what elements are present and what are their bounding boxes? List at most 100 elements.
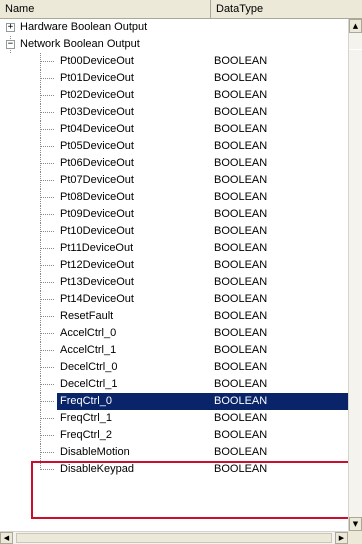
column-header: Name DataType <box>0 0 362 19</box>
tree-connector-line <box>41 61 54 62</box>
tree-leaf-row[interactable]: Pt02DeviceOut BOOLEAN <box>0 87 348 104</box>
scroll-right-button[interactable]: ▶ <box>335 532 348 544</box>
variable-name: Pt08DeviceOut <box>60 191 134 203</box>
tree-leaf-row[interactable]: DecelCtrl_1 BOOLEAN <box>0 376 348 393</box>
tree-leaf-row[interactable]: Pt06DeviceOut BOOLEAN <box>0 155 348 172</box>
variable-name: Pt01DeviceOut <box>60 72 134 84</box>
tree-connector-line <box>41 418 54 419</box>
tree-connector-line <box>41 231 54 232</box>
variable-datatype: BOOLEAN <box>214 310 268 322</box>
tree-connector-line <box>41 299 54 300</box>
variable-datatype: BOOLEAN <box>214 327 268 339</box>
variable-name: FreqCtrl_1 <box>60 412 112 424</box>
variable-datatype: BOOLEAN <box>214 429 268 441</box>
tree-leaf-row[interactable]: Pt04DeviceOut BOOLEAN <box>0 121 348 138</box>
tree-leaf-row[interactable]: Pt07DeviceOut BOOLEAN <box>0 172 348 189</box>
variable-datatype: BOOLEAN <box>214 55 268 67</box>
column-header-name[interactable]: Name <box>0 0 211 18</box>
tree-leaf-row[interactable]: Pt13DeviceOut BOOLEAN <box>0 274 348 291</box>
variable-datatype: BOOLEAN <box>214 293 268 305</box>
tree-node-hardware-boolean-output[interactable]: + Hardware Boolean Output <box>0 19 348 36</box>
variable-datatype: BOOLEAN <box>214 344 268 356</box>
variable-name: Pt11DeviceOut <box>60 242 134 254</box>
variable-name: DecelCtrl_1 <box>60 378 118 390</box>
tree-leaf-row[interactable]: DisableMotion BOOLEAN <box>0 444 348 461</box>
tree-connector-line <box>41 367 54 368</box>
tree-connector-line <box>41 452 54 453</box>
scroll-up-button[interactable]: ▲ <box>349 19 362 33</box>
tree-view[interactable]: + Hardware Boolean Output − Network Bool… <box>0 19 348 531</box>
variable-name: Pt09DeviceOut <box>60 208 134 220</box>
tree-connector-line <box>41 333 54 334</box>
tree-connector-line <box>41 265 54 266</box>
variable-name: FreqCtrl_2 <box>60 429 112 441</box>
variable-datatype: BOOLEAN <box>214 106 268 118</box>
collapse-icon[interactable]: − <box>6 40 15 49</box>
variable-name: Pt10DeviceOut <box>60 225 134 237</box>
tree-leaf-row[interactable]: Pt11DeviceOut BOOLEAN <box>0 240 348 257</box>
tree-leaf-row[interactable]: DecelCtrl_0 BOOLEAN <box>0 359 348 376</box>
scroll-down-button[interactable]: ▼ <box>349 517 362 531</box>
scroll-left-button[interactable]: ◀ <box>0 532 13 544</box>
column-header-datatype[interactable]: DataType <box>211 0 361 18</box>
variable-datatype: BOOLEAN <box>214 72 268 84</box>
tree-leaf-row[interactable]: Pt01DeviceOut BOOLEAN <box>0 70 348 87</box>
variable-name: Pt12DeviceOut <box>60 259 134 271</box>
variable-datatype: BOOLEAN <box>214 191 268 203</box>
variable-datatype: BOOLEAN <box>214 361 268 373</box>
tree-leaf-row[interactable]: Pt05DeviceOut BOOLEAN <box>0 138 348 155</box>
variable-datatype: BOOLEAN <box>214 276 268 288</box>
variable-datatype: BOOLEAN <box>214 242 268 254</box>
tree-leaf-row[interactable]: Pt14DeviceOut BOOLEAN <box>0 291 348 308</box>
variable-datatype: BOOLEAN <box>214 157 268 169</box>
scroll-thumb[interactable] <box>349 49 362 521</box>
tree-connector-line <box>41 163 54 164</box>
variable-name: DisableMotion <box>60 446 130 458</box>
variable-name: FreqCtrl_0 <box>60 395 112 407</box>
tree-connector-line <box>41 401 54 402</box>
tree-connector-line <box>41 316 54 317</box>
variable-name: Pt02DeviceOut <box>60 89 134 101</box>
tree-connector-line <box>41 95 54 96</box>
horizontal-scroll-thumb[interactable] <box>16 533 332 543</box>
tree-leaf-row[interactable]: FreqCtrl_0 BOOLEAN <box>0 393 348 410</box>
variable-name: Pt00DeviceOut <box>60 55 134 67</box>
variable-datatype: BOOLEAN <box>214 259 268 271</box>
tree-connector-line <box>41 350 54 351</box>
variable-datatype: BOOLEAN <box>214 208 268 220</box>
tree-connector-line <box>41 129 54 130</box>
variable-datatype: BOOLEAN <box>214 123 268 135</box>
tree-leaf-row[interactable]: Pt00DeviceOut BOOLEAN <box>0 53 348 70</box>
vertical-scrollbar[interactable]: ▲ ▼ <box>348 19 362 531</box>
horizontal-scrollbar[interactable]: ◀ ▶ <box>0 531 348 544</box>
tree-leaf-row[interactable]: Pt09DeviceOut BOOLEAN <box>0 206 348 223</box>
tree-connector-line <box>41 282 54 283</box>
tree-leaf-row[interactable]: ResetFault BOOLEAN <box>0 308 348 325</box>
variable-name: Pt07DeviceOut <box>60 174 134 186</box>
tree-leaf-row[interactable]: Pt12DeviceOut BOOLEAN <box>0 257 348 274</box>
tree-leaf-row[interactable]: FreqCtrl_2 BOOLEAN <box>0 427 348 444</box>
variable-datatype: BOOLEAN <box>214 378 268 390</box>
tree-leaf-row[interactable]: AccelCtrl_1 BOOLEAN <box>0 342 348 359</box>
tree-leaf-row[interactable]: Pt08DeviceOut BOOLEAN <box>0 189 348 206</box>
tree-connector-line <box>41 384 54 385</box>
variable-name: AccelCtrl_1 <box>60 344 117 356</box>
variable-datatype: BOOLEAN <box>214 412 268 424</box>
variable-datatype: BOOLEAN <box>214 225 268 237</box>
variable-name: AccelCtrl_0 <box>60 327 117 339</box>
tree-leaf-row[interactable]: Pt03DeviceOut BOOLEAN <box>0 104 348 121</box>
tree-connector-line <box>41 78 54 79</box>
tree-node-label: Hardware Boolean Output <box>20 21 148 33</box>
variable-name: Pt14DeviceOut <box>60 293 134 305</box>
variable-datatype: BOOLEAN <box>214 446 268 458</box>
tree-leaf-row[interactable]: FreqCtrl_1 BOOLEAN <box>0 410 348 427</box>
tree-leaf-row[interactable]: AccelCtrl_0 BOOLEAN <box>0 325 348 342</box>
variable-datatype: BOOLEAN <box>214 89 268 101</box>
tree-leaf-row[interactable]: Pt10DeviceOut BOOLEAN <box>0 223 348 240</box>
expand-icon[interactable]: + <box>6 23 15 32</box>
tree-connector-line <box>41 112 54 113</box>
variable-name: Pt06DeviceOut <box>60 157 134 169</box>
tree-node-network-boolean-output[interactable]: − Network Boolean Output <box>0 36 348 53</box>
variable-name: Pt05DeviceOut <box>60 140 134 152</box>
variable-datatype: BOOLEAN <box>214 174 268 186</box>
